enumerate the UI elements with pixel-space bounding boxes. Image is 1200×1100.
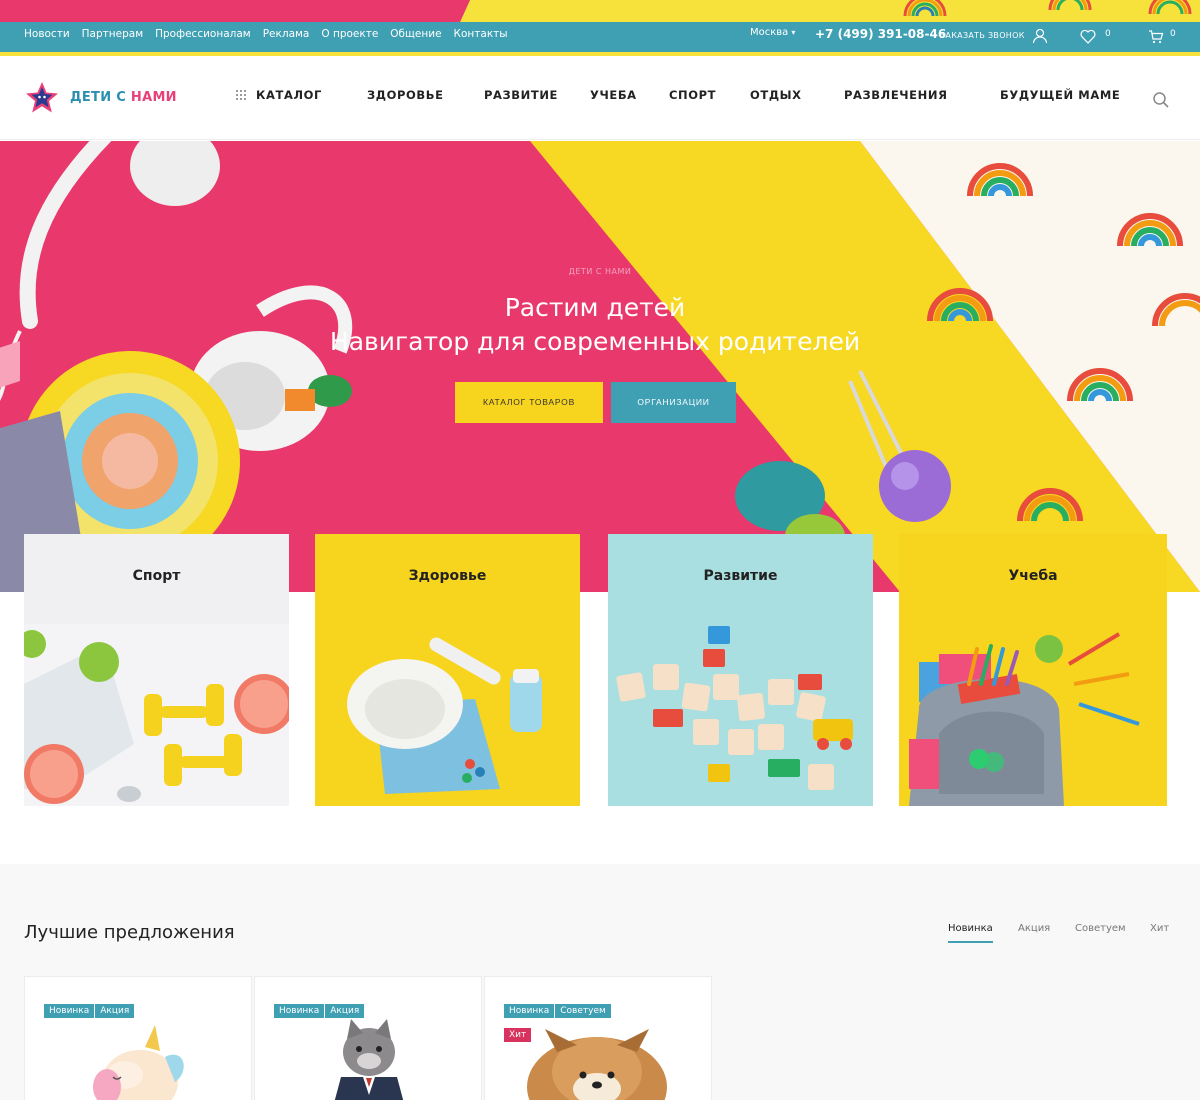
nav-future-moms[interactable]: БУДУЩЕЙ МАМЕ (1000, 88, 1120, 102)
section-title: Лучшие предложения (24, 922, 235, 943)
badge-sale: Акция (325, 1004, 365, 1018)
logo-text: ДЕТИ С НАМИ (70, 90, 177, 105)
main-nav: КАТАЛОГ ЗДОРОВЬЕ РАЗВИТИЕ УЧЕБА СПОРТ ОТ… (236, 88, 1136, 108)
top-nav: Новости Партнерам Профессионалам Реклама… (24, 28, 508, 40)
tab-new[interactable]: Новинка (948, 923, 993, 943)
category-title-development: Развитие (703, 568, 778, 584)
logo-text-part2: НАМИ (130, 90, 177, 105)
nav-development[interactable]: РАЗВИТИЕ (484, 88, 558, 102)
grid-icon (236, 90, 246, 100)
best-offers-section: Лучшие предложения Новинка Акция Советуе… (0, 864, 1200, 1100)
hero-image (0, 141, 1200, 592)
organizations-button[interactable]: ОРГАНИЗАЦИИ (611, 382, 736, 423)
heart-icon[interactable] (1080, 29, 1096, 44)
product-image-unicorn (93, 1025, 184, 1100)
cart-icon[interactable] (1148, 29, 1164, 44)
main-header: ДЕТИ С НАМИ КАТАЛОГ ЗДОРОВЬЕ РАЗВИТИЕ УЧ… (0, 60, 1200, 140)
nav-sport[interactable]: СПОРТ (669, 88, 716, 102)
badge-recommended: Советуем (555, 1004, 611, 1018)
badge-hit: Хит (504, 1028, 532, 1042)
product-badges: Новинка Акция (274, 998, 464, 1022)
category-tile-health[interactable]: Здоровье (315, 534, 580, 806)
product-card[interactable]: Новинка Акция (254, 976, 482, 1100)
product-card[interactable]: Новинка Акция (24, 976, 252, 1100)
nav-study[interactable]: УЧЕБА (590, 88, 637, 102)
offer-tabs: Новинка Акция Советуем Хит (948, 923, 1178, 953)
top-nav-community[interactable]: Общение (390, 28, 441, 40)
badge-sale: Акция (95, 1004, 135, 1018)
top-nav-professionals[interactable]: Профессионалам (155, 28, 251, 40)
badge-new: Новинка (274, 1004, 325, 1018)
hero-kicker: ДЕТИ С НАМИ (568, 267, 632, 276)
product-badges: Новинка Советуем Хит (504, 998, 694, 1046)
tab-sale[interactable]: Акция (1018, 923, 1050, 934)
site-logo[interactable]: ДЕТИ С НАМИ (24, 80, 194, 116)
user-icon[interactable] (1032, 28, 1048, 44)
category-tile-development[interactable]: Развитие (608, 534, 873, 806)
hero-title-line2: Навигатор для современных родителей (329, 327, 861, 356)
top-nav-news[interactable]: Новости (24, 28, 70, 40)
catalog-button[interactable]: КАТАЛОГ ТОВАРОВ (455, 382, 603, 423)
top-nav-contacts[interactable]: Контакты (454, 28, 508, 40)
callback-link[interactable]: ЗАКАЗАТЬ ЗВОНОК (940, 31, 1025, 40)
top-bar: Новости Партнерам Профессионалам Реклама… (0, 0, 1200, 56)
category-tile-study[interactable]: Учеба (899, 534, 1167, 806)
top-bar-decoration (0, 0, 1200, 22)
nav-catalog[interactable]: КАТАЛОГ (236, 88, 322, 102)
logo-text-part1: ДЕТИ С (70, 90, 131, 105)
product-card[interactable]: Новинка Советуем Хит (484, 976, 712, 1100)
chevron-down-icon: ▾ (791, 28, 796, 37)
hero-title-line1: Растим детей (504, 293, 686, 322)
top-nav-partners[interactable]: Партнерам (82, 28, 143, 40)
city-selector[interactable]: Москва ▾ (750, 27, 795, 38)
search-icon[interactable] (1152, 91, 1170, 109)
top-nav-ads[interactable]: Реклама (263, 28, 310, 40)
badge-new: Новинка (44, 1004, 95, 1018)
category-title-study: Учеба (1008, 568, 1058, 584)
tab-recommended[interactable]: Советуем (1075, 923, 1126, 934)
city-label: Москва (750, 27, 789, 38)
nav-catalog-label: КАТАЛОГ (256, 88, 322, 102)
nav-entertainment[interactable]: РАЗВЛЕЧЕНИЯ (844, 88, 948, 102)
logo-star-icon (26, 82, 58, 113)
nav-health[interactable]: ЗДОРОВЬЕ (367, 88, 444, 102)
product-image-cat (334, 1019, 404, 1100)
top-nav-about[interactable]: О проекте (321, 28, 378, 40)
cart-count: 0 (1170, 29, 1176, 39)
category-title-sport: Спорт (132, 568, 181, 584)
product-badges: Новинка Акция (44, 998, 234, 1022)
tab-hit[interactable]: Хит (1150, 923, 1169, 934)
favorites-count: 0 (1105, 29, 1111, 39)
hero-banner: ДЕТИ С НАМИ Растим детей Навигатор для с… (0, 141, 1200, 592)
category-tile-sport[interactable]: Спорт (24, 534, 289, 806)
phone-number[interactable]: +7 (499) 391-08-46 (815, 27, 946, 41)
nav-leisure[interactable]: ОТДЫХ (750, 88, 802, 102)
category-title-health: Здоровье (408, 568, 487, 584)
badge-new: Новинка (504, 1004, 555, 1018)
